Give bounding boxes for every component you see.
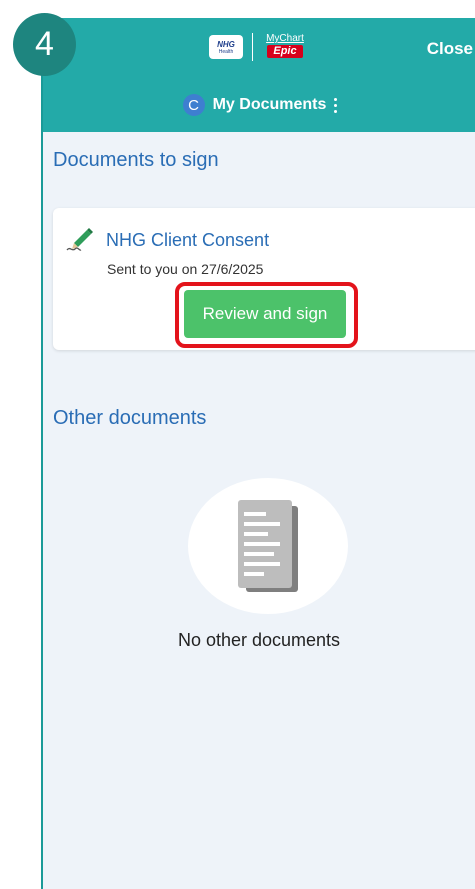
nhg-logo-text: NHG xyxy=(217,39,235,49)
mychart-logo-text: MyChart xyxy=(266,33,304,44)
signature-pen-icon xyxy=(66,228,93,251)
page-title-row[interactable]: C My Documents xyxy=(43,88,475,122)
review-and-sign-button[interactable]: Review and sign xyxy=(184,290,346,338)
document-title-link[interactable]: NHG Client Consent xyxy=(106,230,269,251)
documents-to-sign-heading: Documents to sign xyxy=(53,149,219,171)
other-documents-heading: Other documents xyxy=(53,407,207,429)
document-sent-date: Sent to you on 27/6/2025 xyxy=(107,261,264,277)
empty-state-illustration xyxy=(188,478,348,614)
mychart-app-screen: ck NHG Health MyChart Epic Close C My Do… xyxy=(41,18,475,889)
step-number-badge: 4 xyxy=(13,13,76,76)
mychart-epic-logo: MyChart Epic xyxy=(262,33,308,61)
document-card: NHG Client Consent Sent to you on 27/6/2… xyxy=(53,208,475,350)
nhg-logo-subtext: Health xyxy=(218,48,234,55)
more-options-icon[interactable] xyxy=(334,97,338,113)
nhg-logo: NHG Health xyxy=(209,35,243,59)
document-icon xyxy=(238,500,298,592)
empty-state-message: No other documents xyxy=(177,630,341,650)
epic-logo-text: Epic xyxy=(267,45,303,58)
close-button[interactable]: Close xyxy=(427,39,473,59)
page-title: My Documents xyxy=(212,96,327,113)
top-header-bar: ck NHG Health MyChart Epic Close C My Do… xyxy=(43,18,475,132)
brand-logos: NHG Health MyChart Epic xyxy=(209,32,308,62)
avatar[interactable]: C xyxy=(182,94,205,116)
logo-divider xyxy=(252,33,253,61)
